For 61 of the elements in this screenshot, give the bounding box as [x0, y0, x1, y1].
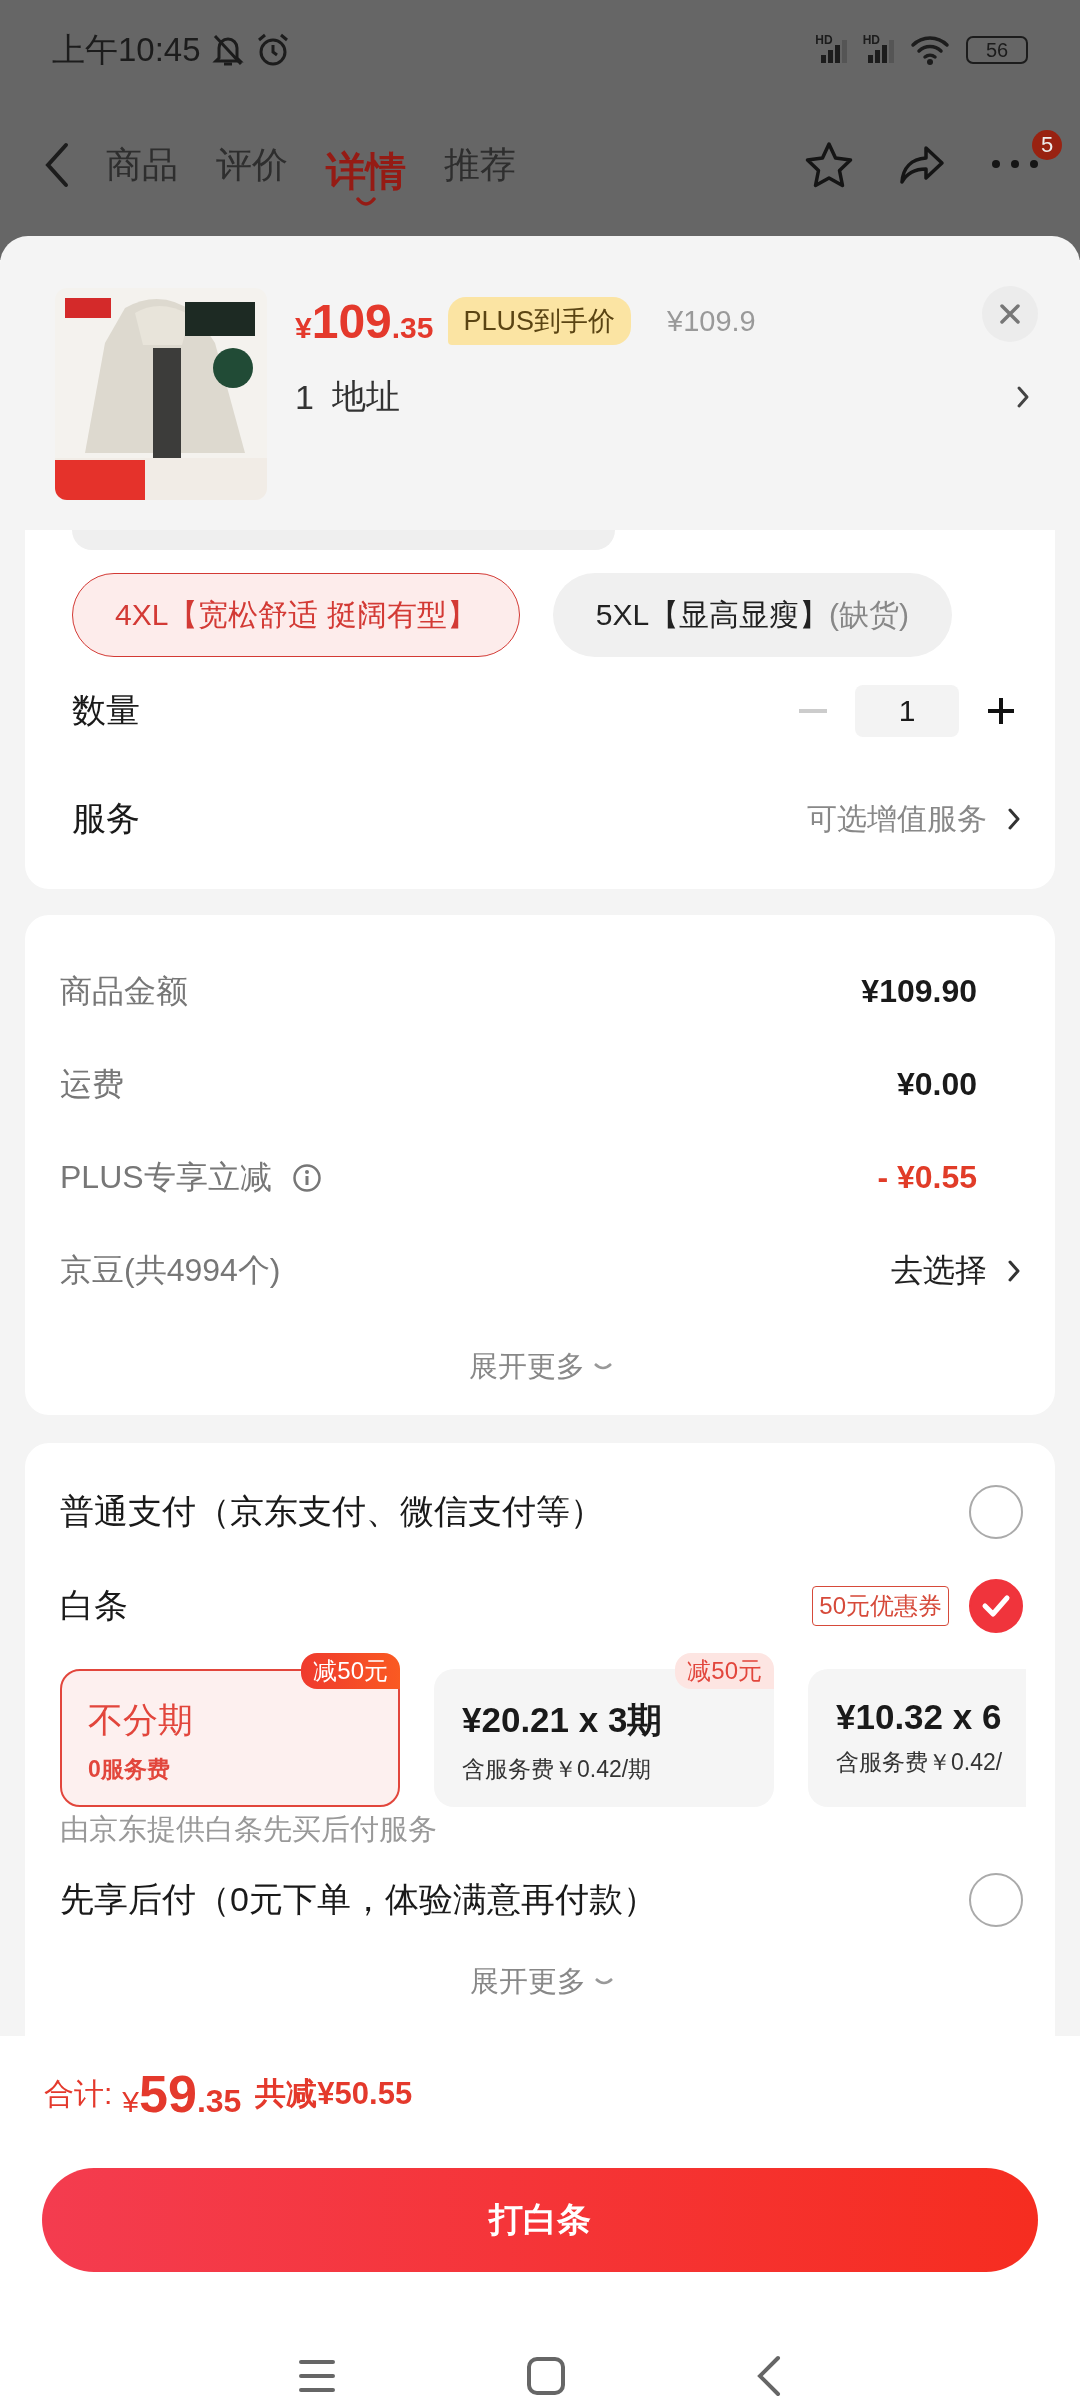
more-icon[interactable]: [990, 158, 1040, 170]
radio-button[interactable]: [969, 1873, 1023, 1927]
menu-icon[interactable]: [298, 2358, 336, 2394]
payment-option-label: 先享后付（0元下单，体验满意再付款）: [60, 1879, 657, 1920]
size-option-chip[interactable]: 4XL【宽松舒适 挺阔有型】: [72, 573, 520, 657]
share-icon[interactable]: [898, 144, 946, 186]
payment-option-label: 白条: [60, 1585, 128, 1626]
total-discount: 共减¥50.55: [255, 2075, 413, 2113]
service-note: 由京东提供白条先买后付服务: [60, 1812, 438, 1847]
chevron-right-icon: [1007, 1258, 1021, 1283]
amount-value: ¥109.90: [861, 973, 977, 1010]
discount-value: - ¥0.55: [877, 1159, 977, 1196]
radio-button[interactable]: [969, 1485, 1023, 1539]
star-icon[interactable]: [804, 141, 854, 189]
original-price: ¥109.9: [667, 304, 756, 338]
plus-icon: [987, 697, 1015, 725]
nav-tab[interactable]: 推荐: [444, 140, 516, 190]
battery-level: 56: [966, 36, 1028, 64]
plus-price-tag: PLUS到手价: [447, 297, 632, 345]
status-time: 上午10:45: [52, 29, 201, 70]
network-label: HD: [815, 33, 833, 47]
summary-label: PLUS专享立减: [60, 1157, 272, 1197]
back-icon[interactable]: [756, 2355, 782, 2397]
wifi-icon: [910, 34, 950, 66]
underline-icon: [355, 196, 377, 207]
select-link[interactable]: 去选择: [891, 1248, 1021, 1293]
back-icon[interactable]: [44, 142, 70, 188]
total-label: 合计:: [44, 2075, 113, 2112]
home-icon[interactable]: [526, 2356, 566, 2396]
summary-label: 运费: [60, 1064, 124, 1104]
amount-value: ¥0.00: [896, 1066, 977, 1103]
nav-tab[interactable]: 商品: [106, 140, 178, 190]
network-label: HD: [862, 33, 880, 47]
info-icon[interactable]: [291, 1162, 322, 1193]
chevron-right-icon: [1007, 807, 1021, 831]
coupon-tag: 50元优惠券: [812, 1586, 949, 1626]
check-icon: [981, 1594, 1011, 1618]
expand-more-link[interactable]: 展开更多: [469, 1962, 614, 2002]
service-label: 服务: [72, 798, 140, 839]
discount-tag: 减50元: [301, 1653, 400, 1689]
size-option-chip[interactable]: 5XL【显高显瘦】(缺货): [552, 573, 953, 657]
service-option-link[interactable]: 可选增值服务: [807, 798, 1021, 840]
summary-label: 京豆(共4994个): [60, 1250, 281, 1290]
bell-off-icon: [210, 32, 245, 68]
payment-option-label: 普通支付（京东支付、微信支付等）: [60, 1491, 604, 1532]
quantity-field[interactable]: 1: [855, 685, 959, 737]
notification-badge: 5: [1032, 130, 1062, 160]
pay-button[interactable]: 打白条: [42, 2168, 1038, 2272]
nav-tab[interactable]: 评价: [216, 140, 288, 190]
total-amount: ¥59.35: [122, 2064, 242, 2124]
radio-button[interactable]: [969, 1579, 1023, 1633]
address-row[interactable]: 1 地址: [295, 354, 1040, 440]
product-price: ¥109.35: [295, 293, 434, 349]
quantity-label: 数量: [72, 690, 140, 731]
summary-label: 商品金额: [60, 971, 188, 1011]
discount-tag: 减50元: [675, 1653, 774, 1689]
expand-more-link[interactable]: 展开更多: [468, 1347, 613, 1387]
minus-icon: [799, 709, 827, 713]
installment-option[interactable]: ¥10.32 x 6 含服务费￥0.42/: [808, 1669, 1026, 1807]
chevron-right-icon: [1016, 385, 1030, 409]
close-icon: [999, 303, 1021, 325]
